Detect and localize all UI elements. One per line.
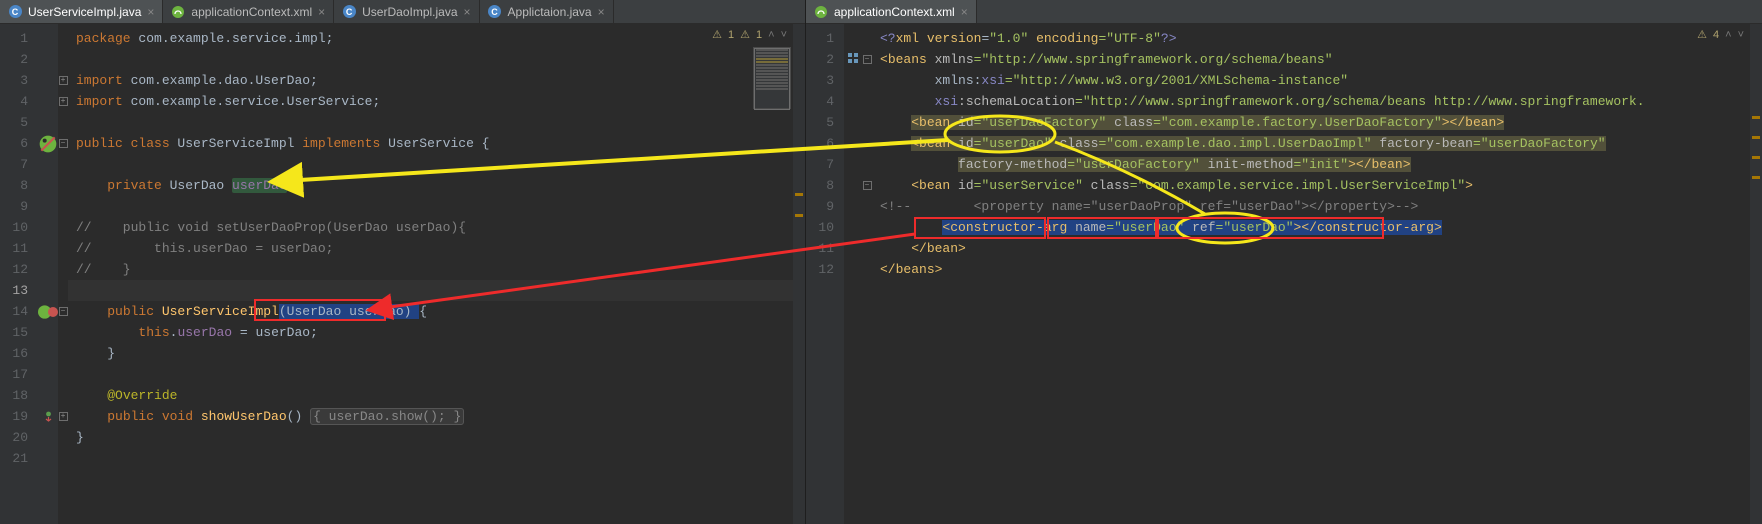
- icon-gutter: [844, 24, 862, 524]
- fold-toggle-icon[interactable]: +: [59, 97, 68, 106]
- right-editor[interactable]: 123456789101112 − − <?xml version="1.0" …: [806, 24, 1762, 524]
- ctor-args: (UserDao userDao): [279, 304, 419, 319]
- close-icon[interactable]: ×: [961, 5, 968, 19]
- class-icon: C: [342, 5, 356, 19]
- fold-toggle-icon[interactable]: −: [863, 181, 872, 190]
- spring-xml-icon: [814, 5, 828, 19]
- tab-label: applicationContext.xml: [834, 5, 955, 19]
- tab-userdaoimpl[interactable]: C UserDaoImpl.java ×: [334, 0, 479, 23]
- left-editor-pane: C UserServiceImpl.java × applicationCont…: [0, 0, 806, 524]
- tab-appcontext-right[interactable]: applicationContext.xml ×: [806, 0, 977, 23]
- fold-toggle-icon[interactable]: −: [863, 55, 872, 64]
- warning-icon: ⚠: [1697, 28, 1707, 41]
- right-tab-bar: applicationContext.xml ×: [806, 0, 1762, 24]
- minimap[interactable]: [753, 47, 791, 109]
- beans-icon[interactable]: [847, 52, 859, 68]
- tab-label: UserDaoImpl.java: [362, 5, 457, 19]
- warning-icon: ⚠: [712, 28, 722, 41]
- ide-root: C UserServiceImpl.java × applicationCont…: [0, 0, 1762, 524]
- icon-gutter: [38, 24, 58, 524]
- inspection-summary[interactable]: ⚠1 ⚠1 ˄ ˅: [712, 28, 787, 41]
- spring-xml-icon: [171, 5, 185, 19]
- bean-gutter-icon[interactable]: [38, 133, 58, 154]
- class-icon: C: [488, 5, 502, 19]
- error-stripe[interactable]: [793, 24, 805, 524]
- nav-down-icon[interactable]: ˅: [1738, 29, 1744, 41]
- code-area[interactable]: package com.example.service.impl; import…: [68, 24, 793, 524]
- close-icon[interactable]: ×: [318, 5, 325, 19]
- nav-up-icon[interactable]: ˄: [768, 29, 774, 41]
- left-editor[interactable]: 123456789101112131415161718192021 + + −: [0, 24, 805, 524]
- nav-up-icon[interactable]: ˄: [1725, 29, 1731, 41]
- close-icon[interactable]: ×: [598, 5, 605, 19]
- left-tab-bar: C UserServiceImpl.java × applicationCont…: [0, 0, 805, 24]
- line-number-gutter: 123456789101112: [806, 24, 844, 524]
- fold-toggle-icon[interactable]: −: [59, 139, 68, 148]
- line-number-gutter: 123456789101112131415161718192021: [0, 24, 38, 524]
- tab-application[interactable]: C Applictaion.java ×: [480, 0, 614, 23]
- nav-down-icon[interactable]: ˅: [781, 29, 787, 41]
- field-userdao: userDao: [232, 178, 287, 193]
- right-editor-pane: applicationContext.xml × 123456789101112…: [806, 0, 1762, 524]
- fold-toggle-icon[interactable]: +: [59, 412, 68, 421]
- error-stripe[interactable]: [1750, 24, 1762, 524]
- folded-body[interactable]: { userDao.show(); }: [310, 408, 464, 425]
- tab-label: UserServiceImpl.java: [28, 5, 141, 19]
- bean-gutter-icon[interactable]: [38, 301, 58, 322]
- code-area[interactable]: <?xml version="1.0" encoding="UTF-8"?> <…: [872, 24, 1750, 524]
- tab-label: applicationContext.xml: [191, 5, 312, 19]
- fold-gutter: + + − − +: [58, 24, 68, 524]
- inspection-summary[interactable]: ⚠4 ˄ ˅: [1697, 28, 1744, 41]
- warning-icon: ⚠: [740, 28, 750, 41]
- implements-icon[interactable]: [38, 406, 58, 427]
- tab-userserviceimpl[interactable]: C UserServiceImpl.java ×: [0, 0, 163, 23]
- close-icon[interactable]: ×: [464, 5, 471, 19]
- fold-toggle-icon[interactable]: −: [59, 307, 68, 316]
- class-icon: C: [8, 5, 22, 19]
- tab-appcontext-left[interactable]: applicationContext.xml ×: [163, 0, 334, 23]
- fold-gutter: − −: [862, 24, 872, 524]
- tab-label: Applictaion.java: [508, 5, 592, 19]
- fold-toggle-icon[interactable]: +: [59, 76, 68, 85]
- close-icon[interactable]: ×: [147, 5, 154, 19]
